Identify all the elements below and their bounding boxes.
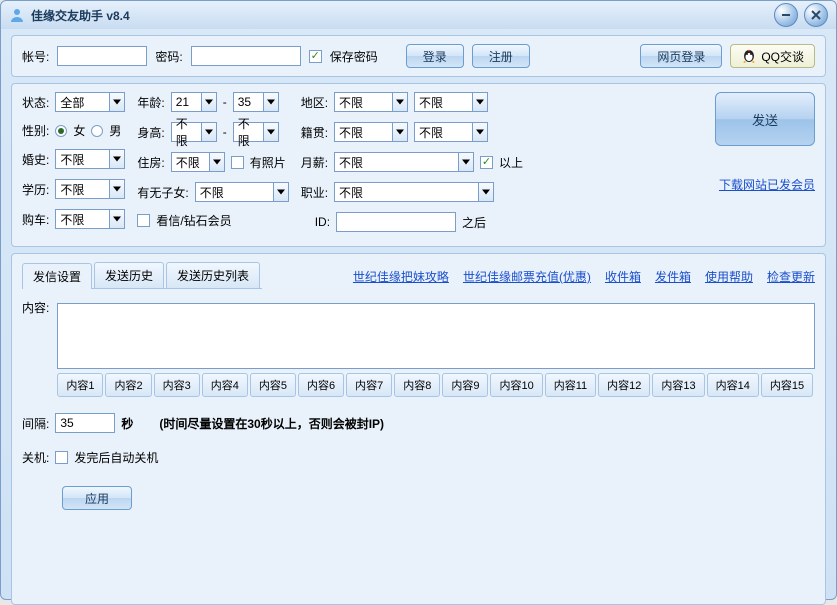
region1-select[interactable]: 不限 [334,92,408,112]
link-update[interactable]: 检查更新 [767,268,815,285]
region-label: 地区: [301,94,328,111]
car-label: 购车: [22,211,49,228]
marriage-label: 婚史: [22,151,49,168]
gender-female-radio[interactable] [55,125,67,137]
shutdown-checkbox[interactable] [55,451,68,464]
content-tab-9[interactable]: 内容9 [442,373,488,397]
tab-send-history[interactable]: 发送历史 [94,262,164,288]
content-tab-14[interactable]: 内容14 [707,373,759,397]
shutdown-label: 关机: [22,449,49,466]
status-label: 状态: [22,94,49,111]
login-button[interactable]: 登录 [406,44,464,68]
content-textarea[interactable] [57,303,815,369]
gender-male-radio[interactable] [91,125,103,137]
save-password-label: 保存密码 [330,48,378,65]
content-tab-7[interactable]: 内容7 [346,373,392,397]
login-panel: 帐号: 密码: 保存密码 登录 注册 网页登录 QQ交谈 [11,35,826,77]
content-tab-13[interactable]: 内容13 [652,373,704,397]
link-inbox[interactable]: 收件箱 [605,268,641,285]
shutdown-checkbox-label: 发完后自动关机 [74,449,158,466]
titlebar: 佳缘交友助手 v8.4 [1,1,836,29]
salary-above-checkbox[interactable] [480,156,493,169]
register-button[interactable]: 注册 [472,44,530,68]
content-tab-3[interactable]: 内容3 [154,373,200,397]
has-child-select[interactable]: 不限 [195,182,289,202]
content-tab-10[interactable]: 内容10 [490,373,542,397]
content-tab-12[interactable]: 内容12 [598,373,650,397]
age-to-select[interactable]: 35 [233,92,279,112]
age-label: 年龄: [137,94,164,111]
content-label: 内容: [22,299,49,397]
age-from-select[interactable]: 21 [171,92,217,112]
house-select[interactable]: 不限 [171,152,225,172]
main-window: 佳缘交友助手 v8.4 帐号: 密码: 保存密码 登录 注册 网页登录 QQ交谈… [0,0,837,600]
apply-button[interactable]: 应用 [62,486,132,510]
link-help[interactable]: 使用帮助 [705,268,753,285]
qq-chat-label: QQ交谈 [761,48,804,65]
password-input[interactable] [191,46,301,66]
qq-icon [741,48,757,64]
interval-unit: 秒 [121,415,133,432]
content-tab-2[interactable]: 内容2 [105,373,151,397]
tab-send-history-list[interactable]: 发送历史列表 [166,262,260,288]
download-sent-link[interactable]: 下载网站已发会员 [719,176,815,193]
gender-label: 性别: [22,122,49,139]
close-button[interactable] [804,3,828,27]
content-tab-5[interactable]: 内容5 [250,373,296,397]
native2-select[interactable]: 不限 [414,122,488,142]
native1-select[interactable]: 不限 [334,122,408,142]
credit-checkbox[interactable] [137,214,150,227]
content-tabs: 内容1 内容2 内容3 内容4 内容5 内容6 内容7 内容8 内容9 内容10… [57,373,815,397]
app-icon [9,7,25,23]
content-tab-11[interactable]: 内容11 [545,373,596,397]
occupation-label: 职业: [301,184,328,201]
link-outbox[interactable]: 发件箱 [655,268,691,285]
account-input[interactable] [57,46,147,66]
minimize-button[interactable] [774,3,798,27]
has-photo-checkbox[interactable] [231,156,244,169]
content-tab-1[interactable]: 内容1 [57,373,103,397]
interval-tip: (时间尽量设置在30秒以上，否则会被封IP) [159,415,384,432]
link-recharge[interactable]: 世纪佳缘邮票充值(优惠) [463,268,591,285]
password-label: 密码: [155,48,182,65]
has-child-label: 有无子女: [137,184,188,201]
native-label: 籍贯: [301,124,328,141]
save-password-checkbox[interactable] [309,50,322,63]
region2-select[interactable]: 不限 [414,92,488,112]
house-label: 住房: [137,154,164,171]
marriage-select[interactable]: 不限 [55,149,125,169]
height-from-select[interactable]: 不限 [171,122,217,142]
send-button[interactable]: 发送 [715,92,815,146]
qq-chat-button[interactable]: QQ交谈 [730,44,815,68]
id-label: ID: [315,215,330,229]
salary-label: 月薪: [301,154,328,171]
occupation-select[interactable]: 不限 [334,182,494,202]
interval-label: 间隔: [22,415,49,432]
main-tabs: 发信设置 发送历史 发送历史列表 [22,262,262,289]
height-label: 身高: [137,124,164,141]
status-select[interactable]: 全部 [55,92,125,112]
compose-panel: 发信设置 发送历史 发送历史列表 世纪佳缘把妹攻略 世纪佳缘邮票充值(优惠) 收… [11,253,826,605]
education-label: 学历: [22,181,49,198]
web-login-button[interactable]: 网页登录 [640,44,722,68]
account-label: 帐号: [22,48,49,65]
link-guide[interactable]: 世纪佳缘把妹攻略 [353,268,449,285]
content-tab-4[interactable]: 内容4 [202,373,248,397]
filter-panel: 状态:全部 性别:女男 婚史:不限 学历:不限 购车:不限 年龄:21-35 身… [11,83,826,247]
content-tab-15[interactable]: 内容15 [761,373,813,397]
salary-select[interactable]: 不限 [334,152,474,172]
content-tab-8[interactable]: 内容8 [394,373,440,397]
interval-input[interactable] [55,413,115,433]
height-to-select[interactable]: 不限 [233,122,279,142]
content-tab-6[interactable]: 内容6 [298,373,344,397]
tab-send-settings[interactable]: 发信设置 [22,263,92,289]
window-title: 佳缘交友助手 v8.4 [31,7,130,24]
education-select[interactable]: 不限 [55,179,125,199]
car-select[interactable]: 不限 [55,209,125,229]
id-input[interactable] [336,212,456,232]
